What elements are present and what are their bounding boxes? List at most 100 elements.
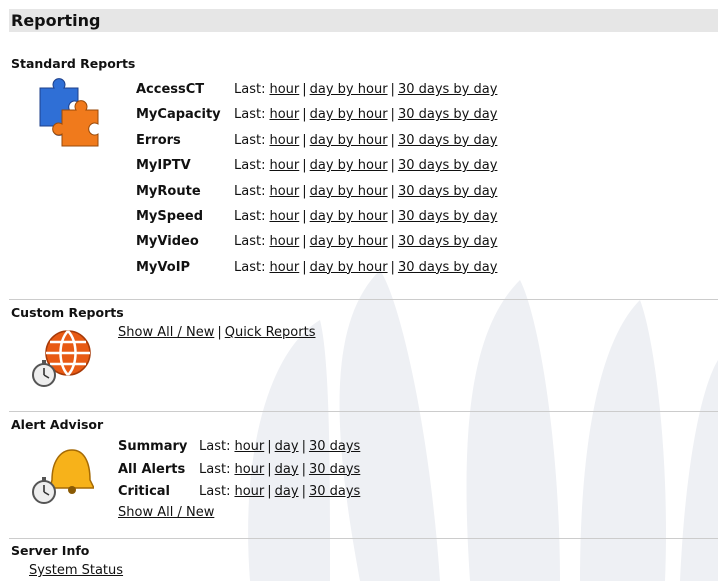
day-by-hour-link[interactable]: day by hour	[310, 184, 388, 199]
link-separator: |	[301, 461, 306, 477]
report-links-row: Last: hour | day by hour | 30 days by day	[234, 133, 497, 148]
custom-reports-heading: Custom Reports	[11, 305, 124, 320]
link-separator: |	[302, 132, 307, 148]
link-separator: |	[301, 484, 306, 499]
link-separator: |	[267, 439, 272, 454]
report-links-row: Last: hour | day by hour | 30 days by day	[234, 234, 497, 249]
quick-reports-link[interactable]: Quick Reports	[225, 325, 316, 340]
report-name-1: MyCapacity	[136, 107, 221, 123]
day-by-hour-link[interactable]: day by hour	[310, 209, 388, 224]
report-links-row: Last: hour | day by hour | 30 days by day	[234, 184, 497, 199]
link-separator: |	[302, 82, 307, 97]
link-separator: |	[302, 107, 307, 123]
alert-name-2: Critical	[118, 484, 171, 499]
30-days-by-day-link[interactable]: 30 days by day	[398, 107, 497, 122]
alert-links-row: Last: hour | day | 30 days	[199, 484, 360, 499]
last-label: Last:	[234, 209, 266, 224]
show-all-new-link[interactable]: Show All / New	[118, 325, 214, 340]
link-separator: |	[267, 484, 272, 499]
hour-link[interactable]: hour	[269, 158, 299, 173]
system-status-link[interactable]: System Status	[29, 563, 123, 578]
hour-link[interactable]: hour	[269, 184, 299, 199]
alert-show-all-new-link[interactable]: Show All / New	[118, 505, 214, 520]
hour-link[interactable]: hour	[269, 133, 299, 148]
link-separator: |	[390, 183, 395, 199]
last-label: Last:	[199, 439, 231, 454]
alert-advisor-heading: Alert Advisor	[11, 417, 104, 432]
link-separator: |	[302, 234, 307, 250]
day-by-hour-link[interactable]: day by hour	[310, 158, 388, 173]
section-divider	[9, 299, 718, 300]
link-separator: |	[302, 209, 307, 224]
day-by-hour-link[interactable]: day by hour	[310, 133, 388, 148]
hour-link[interactable]: hour	[269, 234, 299, 249]
last-label: Last:	[199, 461, 231, 477]
30-days-link[interactable]: 30 days	[309, 484, 360, 499]
hour-link[interactable]: hour	[269, 260, 299, 275]
custom-reports-links: Show All / New | Quick Reports	[118, 325, 315, 340]
report-name-7: MyVoIP	[136, 259, 191, 275]
report-name-0: AccessCT	[136, 82, 205, 97]
alert-links-row: Last: hour | day | 30 days	[199, 439, 360, 454]
hour-link[interactable]: hour	[269, 82, 299, 97]
report-name-4: MyRoute	[136, 183, 201, 199]
link-separator: |	[302, 183, 307, 199]
30-days-link[interactable]: 30 days	[309, 439, 360, 454]
link-separator: |	[302, 158, 307, 174]
link-separator: |	[217, 325, 222, 340]
day-by-hour-link[interactable]: day by hour	[310, 82, 388, 97]
30-days-by-day-link[interactable]: 30 days by day	[398, 234, 497, 249]
report-links-row: Last: hour | day by hour | 30 days by day	[234, 158, 497, 173]
day-link[interactable]: day	[275, 439, 299, 454]
bell-stopwatch-icon	[32, 449, 94, 504]
last-label: Last:	[234, 259, 266, 275]
report-name-6: MyVideo	[136, 234, 199, 250]
link-separator: |	[267, 461, 272, 477]
day-by-hour-link[interactable]: day by hour	[310, 260, 388, 275]
section-divider	[9, 411, 718, 412]
day-by-hour-link[interactable]: day by hour	[310, 234, 388, 249]
last-label: Last:	[234, 234, 266, 250]
30-days-by-day-link[interactable]: 30 days by day	[398, 82, 497, 97]
puzzle-icon	[39, 78, 99, 147]
hour-link[interactable]: hour	[269, 107, 299, 122]
link-separator: |	[390, 234, 395, 250]
hour-link[interactable]: hour	[269, 209, 299, 224]
link-separator: |	[390, 209, 395, 224]
hour-link[interactable]: hour	[234, 484, 264, 499]
link-separator: |	[302, 259, 307, 275]
last-label: Last:	[234, 183, 266, 199]
report-name-5: MySpeed	[136, 209, 204, 224]
30-days-by-day-link[interactable]: 30 days by day	[398, 209, 497, 224]
standard-reports-heading: Standard Reports	[11, 56, 136, 71]
last-label: Last:	[234, 158, 266, 174]
report-links-row: Last: hour | day by hour | 30 days by day	[234, 107, 497, 122]
alert-links-row: Last: hour | day | 30 days	[199, 462, 360, 477]
section-divider	[9, 538, 718, 539]
link-separator: |	[390, 82, 395, 97]
30-days-by-day-link[interactable]: 30 days by day	[398, 184, 497, 199]
last-label: Last:	[199, 484, 231, 499]
30-days-by-day-link[interactable]: 30 days by day	[398, 158, 497, 173]
hour-link[interactable]: hour	[234, 462, 264, 477]
link-separator: |	[301, 439, 306, 454]
alert-name-0: Summary	[118, 439, 188, 454]
alert-name-1: All Alerts	[118, 461, 186, 477]
report-links-row: Last: hour | day by hour | 30 days by day	[234, 260, 497, 275]
day-by-hour-link[interactable]: day by hour	[310, 107, 388, 122]
last-label: Last:	[234, 107, 266, 123]
day-link[interactable]: day	[275, 484, 299, 499]
report-links-row: Last: hour | day by hour | 30 days by day	[234, 82, 497, 97]
30-days-by-day-link[interactable]: 30 days by day	[398, 260, 497, 275]
report-name-3: MyIPTV	[136, 158, 191, 174]
hour-link[interactable]: hour	[234, 439, 264, 454]
day-link[interactable]: day	[275, 462, 299, 477]
link-separator: |	[390, 158, 395, 174]
last-label: Last:	[234, 82, 266, 97]
link-separator: |	[390, 132, 395, 148]
report-name-2: Errors	[136, 132, 181, 148]
link-separator: |	[390, 107, 395, 123]
30-days-link[interactable]: 30 days	[309, 462, 360, 477]
page-title: Reporting	[9, 9, 718, 32]
30-days-by-day-link[interactable]: 30 days by day	[398, 133, 497, 148]
